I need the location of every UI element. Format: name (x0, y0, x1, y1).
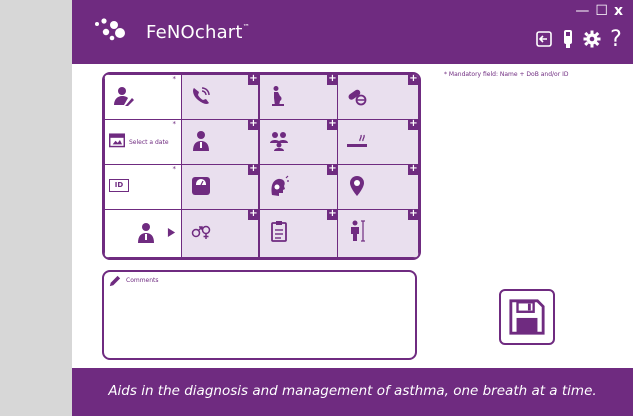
clinician-field[interactable] (104, 209, 182, 258)
save-disk-icon (509, 299, 545, 335)
smoking-icon (347, 134, 367, 147)
expand-arrow-icon[interactable] (167, 228, 176, 237)
comments-label: Comments (126, 277, 159, 284)
maximize-button[interactable]: ☐ (595, 4, 608, 18)
calendar-icon (109, 133, 125, 148)
location-icon (350, 176, 364, 196)
clipboard-field[interactable]: + (259, 209, 338, 258)
phone-icon (193, 87, 210, 104)
tagline: Aids in the diagnosis and management of … (108, 383, 597, 399)
height-icon (351, 220, 365, 242)
fenochart-logo-icon (95, 18, 125, 41)
phone-field[interactable]: + (181, 74, 259, 120)
medication-field[interactable]: + (337, 74, 419, 120)
date-of-birth-field[interactable]: * Select a date (104, 119, 182, 165)
symptoms-field[interactable]: + (259, 164, 338, 210)
app-window: FeNOchart™ — ☐ x ? * Mandatory field: Na… (72, 0, 633, 416)
location-field[interactable]: + (337, 164, 419, 210)
mandatory-field-note: * Mandatory field: Name + DoB and/or ID (444, 71, 569, 78)
symptoms-icon (271, 175, 289, 196)
close-button[interactable]: x (614, 4, 623, 18)
id-field[interactable]: * ID (104, 164, 182, 210)
height-field[interactable]: + (337, 209, 419, 258)
pregnancy-icon (272, 86, 284, 106)
smoking-field[interactable]: + (337, 119, 419, 165)
patient-form-grid: * + + + * Select a date + + + * ID + + +… (102, 72, 421, 260)
pencil-icon (109, 275, 121, 287)
gender-icon (191, 225, 211, 239)
help-icon[interactable]: ? (607, 27, 625, 52)
patient-name-field[interactable]: * (104, 74, 182, 120)
title-bar: FeNOchart™ — ☐ x ? (72, 0, 633, 64)
gender-field[interactable]: + (181, 209, 259, 258)
family-field[interactable]: + (259, 119, 338, 165)
family-icon (270, 132, 288, 151)
footer: Aids in the diagnosis and management of … (72, 368, 633, 416)
save-button[interactable] (499, 289, 555, 345)
id-card-icon: ID (109, 179, 129, 192)
settings-gear-icon[interactable] (583, 28, 601, 50)
clipboard-icon (271, 221, 287, 242)
minimize-button[interactable]: — (575, 4, 589, 18)
doctor-field[interactable]: + (181, 119, 259, 165)
exit-icon[interactable] (535, 28, 553, 50)
patient-name-icon (114, 87, 134, 106)
clinician-icon (138, 223, 154, 243)
brand-name: FeNOchart™ (146, 22, 250, 43)
pregnancy-field[interactable]: + (259, 74, 338, 120)
doctor-icon (193, 131, 209, 151)
comments-box[interactable]: Comments (102, 270, 417, 360)
window-controls: — ☐ x (575, 4, 623, 18)
weight-scale-icon (192, 177, 210, 195)
toolbar: ? (535, 27, 625, 52)
medication-icon (348, 89, 367, 106)
date-select-placeholder: Select a date (129, 139, 169, 146)
device-icon[interactable] (559, 28, 577, 50)
weight-field[interactable]: + (181, 164, 259, 210)
desktop-background (0, 0, 72, 416)
